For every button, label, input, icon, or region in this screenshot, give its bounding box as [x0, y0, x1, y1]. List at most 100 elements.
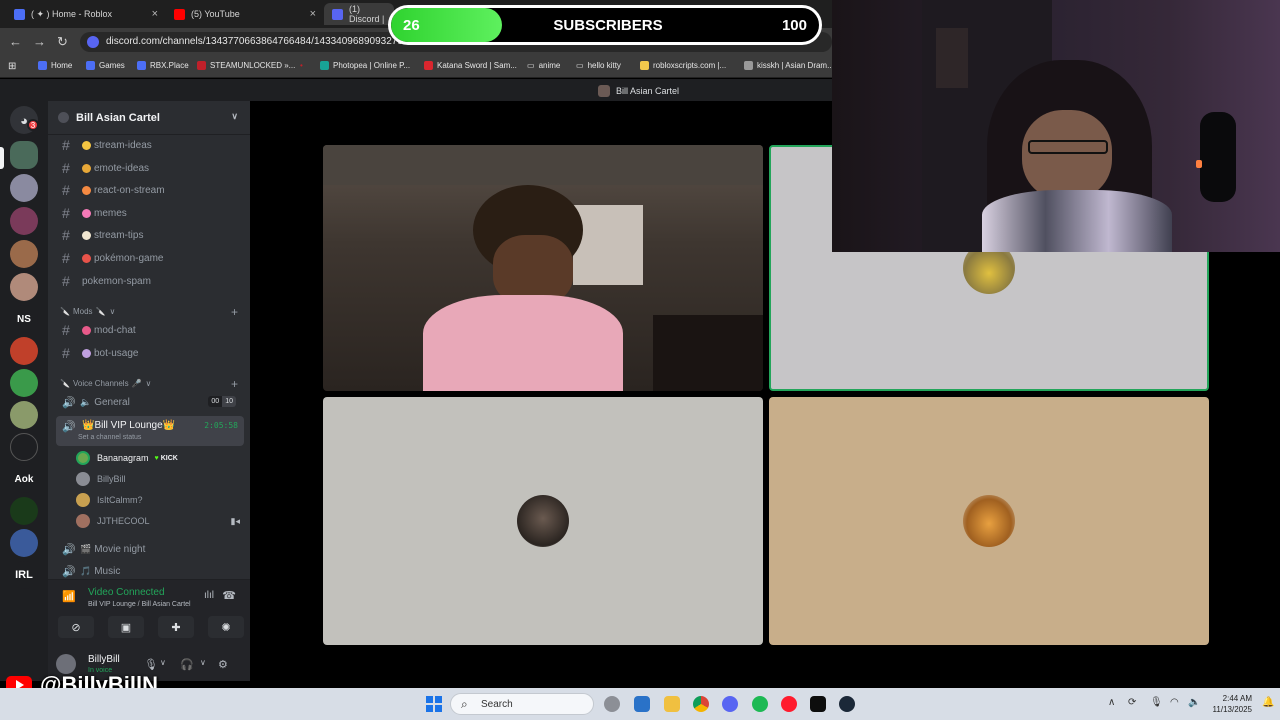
channel-status[interactable]: Set a channel status	[78, 434, 141, 441]
reload-icon[interactable]: ↻	[57, 34, 68, 50]
disconnect-icon[interactable]: ☎	[222, 589, 236, 602]
notification-icon[interactable]: 🔔	[1262, 697, 1274, 708]
bookmark-folder-anime[interactable]: ▭ anime	[527, 61, 560, 70]
spotify-icon[interactable]	[752, 696, 768, 712]
chevron-down-icon[interactable]: ∨	[160, 658, 166, 667]
file-explorer-icon[interactable]	[664, 696, 680, 712]
soundboard-button[interactable]: ✺	[208, 616, 244, 638]
server-icon[interactable]	[10, 369, 38, 397]
channel-mod-chat[interactable]: # mod-chat	[56, 320, 244, 340]
sync-icon[interactable]: ⟳	[1128, 697, 1136, 708]
voice-member[interactable]: Bananagram KICK	[76, 448, 242, 468]
wifi-icon[interactable]: ◠	[1170, 697, 1179, 708]
activities-button[interactable]: ✚	[158, 616, 194, 638]
bookmark-kisskh[interactable]: kisskh | Asian Dram...	[744, 61, 834, 70]
headphones-icon[interactable]: 🎧	[180, 658, 194, 671]
signal-icon[interactable]: 📶	[62, 590, 76, 603]
discord-icon[interactable]	[722, 696, 738, 712]
video-tile-avatar[interactable]	[323, 397, 763, 645]
taskbar-search[interactable]: ⌕ Search	[450, 693, 594, 715]
channel-stream-ideas[interactable]: # stream-ideas	[56, 135, 244, 155]
task-view-icon[interactable]	[604, 696, 620, 712]
bookmark-photopea[interactable]: Photopea | Online P...	[320, 61, 410, 70]
server-icon[interactable]	[10, 240, 38, 268]
robloxscripts-icon	[640, 61, 649, 70]
video-tile-avatar[interactable]	[769, 397, 1209, 645]
back-arrow-icon[interactable]: ←	[9, 34, 22, 49]
server-header[interactable]: Bill Asian Cartel ∨	[48, 101, 250, 135]
category-mods[interactable]: 🔪 Mods 🔪 ∨ +	[60, 305, 242, 319]
microphone-icon[interactable]: 🎙	[144, 658, 158, 671]
server-icon-aok[interactable]: Aok	[10, 465, 38, 493]
category-voice-channels[interactable]: 🔪 Voice Channels 🎤 ∨ +	[60, 377, 242, 391]
server-icon[interactable]	[10, 174, 38, 202]
chevron-down-icon[interactable]: ∨	[231, 111, 238, 122]
channel-pokemon-game[interactable]: # pokémon-game	[56, 248, 244, 268]
chevron-down-icon[interactable]: ∨	[200, 658, 206, 667]
add-channel-icon[interactable]: +	[231, 305, 238, 319]
bookmark-folder-hello-kitty[interactable]: ▭ hello kitty	[576, 61, 621, 70]
server-icon[interactable]	[10, 337, 38, 365]
camera-off-button[interactable]: ⊘	[58, 616, 94, 638]
channel-bot-usage[interactable]: # bot-usage	[56, 343, 244, 363]
forward-arrow-icon[interactable]: →	[33, 34, 46, 49]
site-info-icon[interactable]	[87, 36, 99, 48]
apps-grid-icon[interactable]: ⊞	[8, 61, 16, 72]
screen-share-button[interactable]: ▣	[108, 616, 144, 638]
add-channel-icon[interactable]: +	[231, 377, 238, 391]
voice-member[interactable]: BillyBill	[76, 469, 242, 489]
microphone-icon[interactable]: 🎙	[1150, 697, 1163, 708]
bookmark-rbxplace[interactable]: RBX.Place	[137, 61, 189, 70]
close-icon[interactable]: ×	[152, 8, 158, 20]
chrome-icon[interactable]	[693, 696, 709, 712]
channel-emote-ideas[interactable]: # emote-ideas	[56, 158, 244, 178]
voice-member[interactable]: JJTHECOOL ▮◂	[76, 511, 242, 531]
steam-icon[interactable]	[839, 696, 855, 712]
server-icon-kick[interactable]	[10, 497, 38, 525]
close-icon[interactable]: ×	[310, 8, 316, 20]
bookmark-home[interactable]: Home	[38, 61, 72, 70]
server-icon-bill-asian-cartel[interactable]	[10, 141, 38, 169]
server-icon[interactable]	[10, 273, 38, 301]
channel-pokemon-spam[interactable]: # pokemon-spam	[56, 271, 244, 291]
terminal-icon[interactable]	[810, 696, 826, 712]
volume-icon[interactable]: 🔈	[1188, 697, 1200, 708]
voice-location[interactable]: Bill VIP Lounge / Bill Asian Cartel	[88, 601, 191, 608]
system-clock[interactable]: 2:44 AM 11/13/2025	[1213, 693, 1252, 715]
tab-roblox[interactable]: ( ✦ ) Home - Roblox ×	[6, 3, 164, 25]
avatar[interactable]	[56, 654, 76, 674]
chevron-up-icon[interactable]: ∧	[1108, 697, 1115, 708]
server-icon[interactable]	[10, 207, 38, 235]
user-limit-badge: 00 10	[208, 396, 236, 407]
voice-channel-general[interactable]: 🔊 🔈 General 00 10	[56, 392, 244, 412]
channel-react-on-stream[interactable]: # react-on-stream	[56, 180, 244, 200]
server-icon[interactable]	[10, 529, 38, 557]
tab-discord[interactable]: (1) Discord |	[324, 3, 394, 25]
bookmark-robloxscripts[interactable]: robloxscripts.com |...	[640, 61, 726, 70]
bookmark-games[interactable]: Games	[86, 61, 125, 70]
bookmark-steamunlocked[interactable]: STEAMUNLOCKED »...	[197, 61, 295, 70]
channel-stream-tips[interactable]: # stream-tips	[56, 225, 244, 245]
voice-channel-vip-lounge[interactable]: 🔊 👑Bill VIP Lounge👑 Set a channel status…	[56, 416, 244, 446]
server-icon[interactable]	[10, 401, 38, 429]
bookmark-label: Katana Sword | Sam...	[437, 61, 517, 70]
opera-icon[interactable]	[781, 696, 797, 712]
windows-start-icon[interactable]	[426, 696, 442, 712]
kisskh-icon	[744, 61, 753, 70]
crown-icon: 👑	[82, 420, 95, 431]
voice-channel-music[interactable]: 🔊 🎵 Music	[56, 561, 244, 581]
voice-member[interactable]: IsItCalmm?	[76, 490, 242, 510]
roblox-icon	[14, 8, 25, 20]
server-icon-irl[interactable]: IRL	[10, 561, 38, 589]
noise-suppression-icon[interactable]: ılıl	[204, 590, 214, 601]
widgets-icon[interactable]	[634, 696, 650, 712]
tab-youtube[interactable]: (5) YouTube ×	[166, 3, 322, 25]
video-tile-camera[interactable]	[323, 145, 763, 391]
gear-icon[interactable]: ⚙	[218, 658, 228, 671]
channel-memes[interactable]: # memes	[56, 203, 244, 223]
server-icon-ns[interactable]: NS	[10, 305, 38, 333]
bookmark-katana[interactable]: Katana Sword | Sam...	[424, 61, 517, 70]
voice-channel-movie-night[interactable]: 🔊 🎬 Movie night	[56, 539, 244, 559]
bookmark-label: kisskh | Asian Dram...	[757, 61, 834, 70]
server-icon[interactable]	[10, 433, 38, 461]
